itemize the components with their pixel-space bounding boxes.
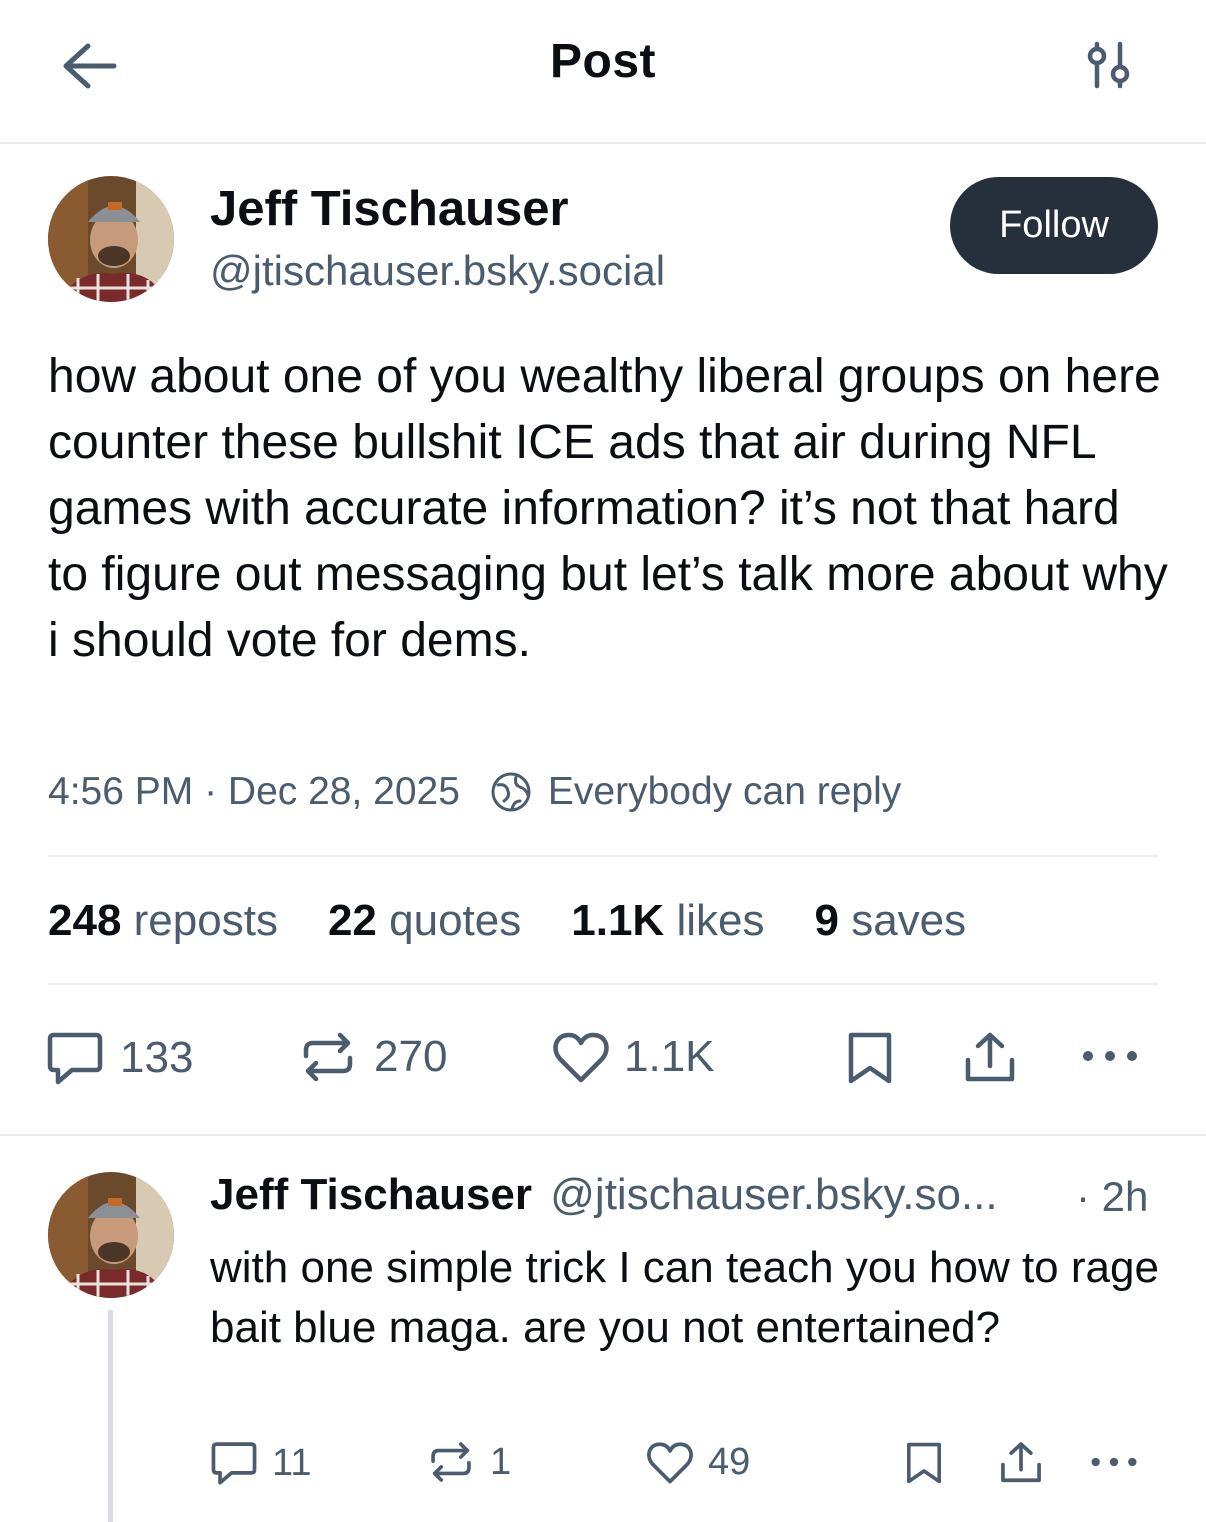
share-icon (965, 1032, 1015, 1082)
ellipsis-icon (1083, 1051, 1137, 1061)
post-meta: 4:56 PM · Dec 28, 2025 Everybody can rep… (48, 770, 901, 814)
comment-icon (211, 1442, 257, 1485)
saves-count: 9 (814, 896, 839, 945)
post-timestamp: 4:56 PM · Dec 28, 2025 (48, 770, 460, 813)
repost-icon (431, 1442, 471, 1482)
page-title: Post (549, 35, 656, 88)
likes-stat[interactable]: 1.1K likes (571, 896, 764, 946)
heart-icon (553, 1032, 609, 1083)
reply-author-handle[interactable]: @jtischauser.bsky.so... (550, 1170, 997, 1219)
reply-reply-count: 11 (272, 1441, 312, 1484)
more-options-button[interactable] (1080, 1044, 1140, 1068)
saves-stat[interactable]: 9 saves (814, 896, 966, 946)
post-stats: 248 reposts 22 quotes 1.1K likes 9 saves (48, 896, 1016, 946)
like-count: 1.1K (624, 1032, 715, 1081)
bookmark-icon (848, 1032, 892, 1084)
likes-count: 1.1K (571, 896, 665, 945)
reposts-count: 248 (48, 896, 122, 945)
bookmark-icon (907, 1442, 941, 1484)
post-text: how about one of you wealthy liberal gro… (48, 350, 1168, 667)
quotes-label: quotes (389, 896, 522, 945)
share-icon (1001, 1442, 1041, 1483)
sliders-icon[interactable] (1082, 40, 1136, 92)
reply-count: 133 (120, 1033, 194, 1082)
reply-text: with one simple trick I can teach you ho… (210, 1243, 1159, 1352)
reply-reply-button[interactable]: 11 (210, 1440, 311, 1486)
reply-button[interactable]: 133 (46, 1030, 193, 1086)
quotes-stat[interactable]: 22 quotes (328, 896, 521, 946)
follow-button[interactable]: Follow (950, 177, 1158, 274)
reply-author-name[interactable]: Jeff Tischauser (210, 1170, 532, 1219)
repost-icon (303, 1032, 353, 1082)
reply-repost-button[interactable]: 1 (428, 1440, 511, 1484)
reply-time: · 2h (1076, 1173, 1149, 1220)
reply-share-button[interactable] (998, 1440, 1044, 1486)
reply-avatar[interactable] (48, 1172, 174, 1298)
reply-repost-count: 1 (490, 1440, 512, 1483)
reposts-stat[interactable]: 248 reposts (48, 896, 278, 946)
reply-like-count: 49 (708, 1441, 751, 1483)
share-button[interactable] (962, 1030, 1018, 1086)
like-button[interactable]: 1.1K (552, 1030, 715, 1084)
reply-bookmark-button[interactable] (904, 1440, 944, 1486)
author-name[interactable]: Jeff Tischauser (210, 181, 569, 237)
likes-label: likes (676, 896, 765, 945)
divider (48, 855, 1158, 857)
reposts-label: reposts (133, 896, 278, 945)
repost-button[interactable]: 270 (300, 1030, 447, 1084)
author-handle[interactable]: @jtischauser.bsky.social (210, 247, 665, 295)
reply-header: Jeff Tischauser @jtischauser.bsky.so... (210, 1170, 998, 1220)
thread-line (108, 1310, 113, 1522)
reply-setting[interactable]: Everybody can reply (548, 770, 901, 814)
globe-icon (490, 771, 532, 813)
quotes-count: 22 (327, 896, 377, 945)
heart-icon (647, 1442, 693, 1484)
repost-count: 270 (374, 1032, 448, 1081)
saves-label: saves (851, 896, 967, 945)
ellipsis-icon (1091, 1457, 1137, 1467)
reply-more-options-button[interactable] (1088, 1452, 1140, 1472)
bookmark-button[interactable] (845, 1030, 895, 1086)
comment-icon (47, 1032, 103, 1085)
reply-like-button[interactable]: 49 (646, 1440, 750, 1485)
divider (48, 983, 1158, 985)
section-divider (0, 1134, 1206, 1136)
avatar[interactable] (48, 176, 174, 302)
